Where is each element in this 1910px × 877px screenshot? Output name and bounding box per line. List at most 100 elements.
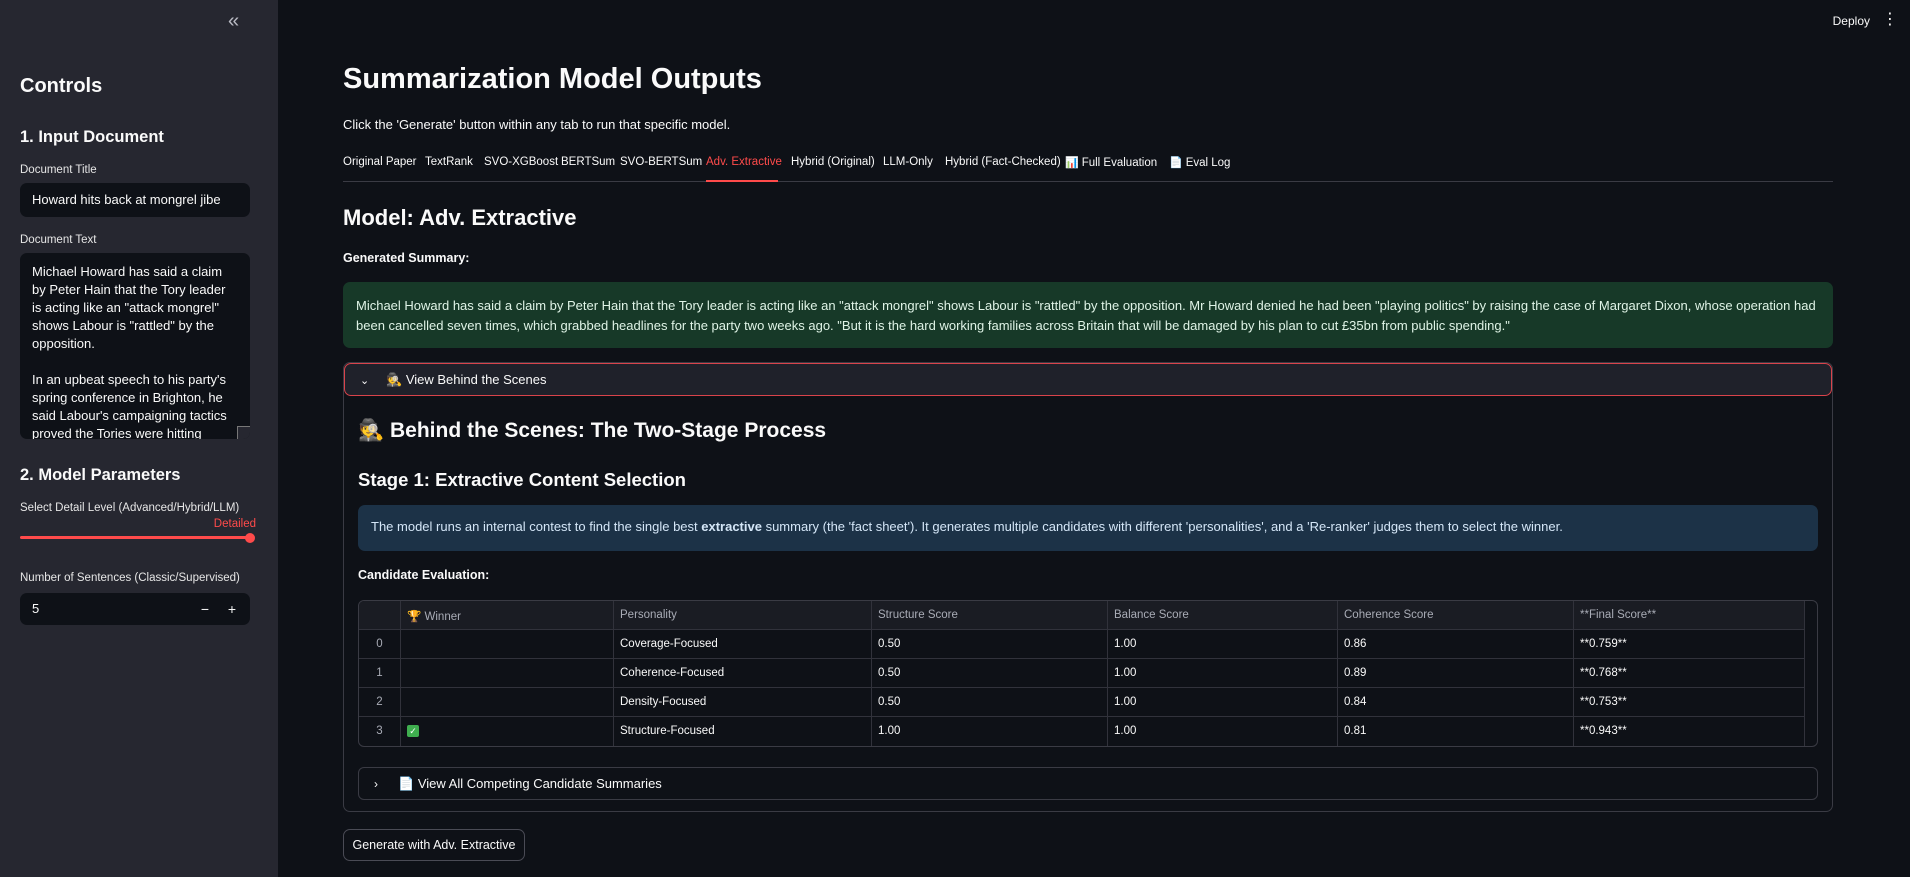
tab-hybrid-fact-checked[interactable]: Hybrid (Fact-Checked) (945, 156, 1061, 168)
tab-textrank[interactable]: TextRank (425, 156, 473, 168)
chevron-down-icon: ⌄ (360, 375, 370, 387)
header-balance-score[interactable]: Balance Score (1108, 601, 1338, 630)
row-index: 0 (359, 630, 401, 659)
personality-cell: Coherence-Focused (614, 659, 872, 688)
document-text-paragraph: Michael Howard has said a claim by Peter… (32, 264, 226, 351)
sentences-value: 5 (32, 601, 40, 616)
header-structure-score[interactable]: Structure Score (872, 601, 1108, 630)
tab-original-paper[interactable]: Original Paper (343, 156, 417, 168)
row-index: 3 (359, 717, 401, 746)
decrement-button[interactable]: − (196, 600, 214, 618)
coherence-cell: 0.86 (1338, 630, 1574, 659)
bar-chart-icon: 📊 (1065, 157, 1079, 169)
document-icon: 📄 (398, 776, 415, 791)
tab-svo-bertsum[interactable]: SVO-BERTSum (620, 156, 702, 168)
section-input-document: 1. Input Document (20, 128, 164, 146)
tab-label: Hybrid (Fact-Checked) (945, 156, 1061, 168)
candidate-evaluation-label: Candidate Evaluation: (358, 568, 490, 582)
deploy-button[interactable]: Deploy (1833, 14, 1870, 28)
info-text-pre: The model runs an internal contest to fi… (371, 519, 702, 534)
generate-button[interactable]: Generate with Adv. Extractive (343, 829, 525, 861)
winner-cell (401, 659, 614, 688)
coherence-cell: 0.84 (1338, 688, 1574, 717)
document-text-area[interactable]: Michael Howard has said a claim by Peter… (20, 253, 250, 439)
document-text-label: Document Text (20, 234, 97, 246)
table-row: 3 ✓ Structure-Focused 1.00 1.00 0.81 **0… (359, 717, 1805, 746)
winner-cell: ✓ (401, 717, 614, 746)
generated-summary-label: Generated Summary: (343, 251, 470, 265)
tab-eval-log[interactable]: 📄 Eval Log (1169, 156, 1230, 169)
info-box: The model runs an internal contest to fi… (358, 505, 1818, 551)
document-title-input[interactable]: Howard hits back at mongrel jibe (20, 183, 250, 217)
structure-cell: 0.50 (872, 630, 1108, 659)
header-index (359, 601, 401, 630)
info-text-bold: extractive (701, 519, 762, 534)
final-score-cell: **0.759** (1574, 630, 1805, 659)
detail-level-slider-thumb[interactable] (245, 533, 255, 543)
sidebar: « Controls 1. Input Document Document Ti… (0, 0, 278, 877)
tab-hybrid-original[interactable]: Hybrid (Original) (791, 156, 875, 168)
final-score-cell: **0.768** (1574, 659, 1805, 688)
sidebar-heading: Controls (20, 75, 103, 97)
tab-full-evaluation[interactable]: 📊 Full Evaluation (1065, 156, 1157, 169)
detective-icon: 🕵️ (358, 419, 385, 442)
coherence-cell: 0.81 (1338, 717, 1574, 746)
tab-adv-extractive[interactable]: Adv. Extractive (706, 156, 782, 168)
main-content: Deploy ⋮ Summarization Model Outputs Cli… (278, 0, 1910, 877)
competing-candidates-expander[interactable]: › 📄 View All Competing Candidate Summarie… (358, 767, 1818, 800)
personality-cell: Density-Focused (614, 688, 872, 717)
table-row: 2 Density-Focused 0.50 1.00 0.84 **0.753… (359, 688, 1805, 717)
stage-1-heading: Stage 1: Extractive Content Selection (358, 469, 686, 490)
tab-bertsum[interactable]: BERTSum (561, 156, 615, 168)
personality-cell: Structure-Focused (614, 717, 872, 746)
header-winner[interactable]: 🏆 Winner (401, 601, 614, 630)
increment-button[interactable]: + (223, 600, 241, 618)
row-index: 1 (359, 659, 401, 688)
balance-cell: 1.00 (1108, 688, 1338, 717)
final-score-cell: **0.943** (1574, 717, 1805, 746)
behind-the-scenes-expander: ⌄ 🕵️ View Behind the Scenes 🕵️ Behind the… (343, 362, 1833, 812)
winner-cell (401, 630, 614, 659)
winner-cell (401, 688, 614, 717)
page-subtitle: Click the 'Generate' button within any t… (343, 117, 731, 132)
heading-text: Behind the Scenes: The Two-Stage Process (390, 419, 827, 442)
detail-level-slider-track[interactable] (20, 536, 250, 539)
coherence-cell: 0.89 (1338, 659, 1574, 688)
checkbox-checked-icon: ✓ (407, 725, 419, 737)
behind-the-scenes-toggle[interactable]: ⌄ 🕵️ View Behind the Scenes (344, 363, 1832, 396)
main-menu-icon[interactable]: ⋮ (1882, 12, 1898, 28)
active-tab-indicator (706, 180, 778, 182)
personality-cell: Coverage-Focused (614, 630, 872, 659)
tab-svo-xgboost[interactable]: SVO-XGBoost (484, 156, 558, 168)
expander-label: View All Competing Candidate Summaries (417, 776, 662, 791)
final-score-cell: **0.753** (1574, 688, 1805, 717)
header-final-score[interactable]: **Final Score** (1574, 601, 1805, 630)
table-header-row: 🏆 Winner Personality Structure Score Bal… (359, 601, 1805, 630)
generated-summary-box: Michael Howard has said a claim by Peter… (343, 282, 1833, 348)
candidate-table[interactable]: 🏆 Winner Personality Structure Score Bal… (358, 600, 1818, 747)
document-icon: 📄 (1169, 157, 1183, 169)
header-coherence-score[interactable]: Coherence Score (1338, 601, 1574, 630)
row-index: 2 (359, 688, 401, 717)
detective-icon: 🕵️ (386, 372, 403, 387)
document-text-paragraph: In an upbeat speech to his party's sprin… (32, 372, 227, 439)
resize-handle[interactable] (237, 426, 250, 439)
sentences-label: Number of Sentences (Classic/Supervised) (20, 572, 240, 584)
balance-cell: 1.00 (1108, 659, 1338, 688)
page-title: Summarization Model Outputs (343, 63, 762, 95)
tab-llm-only[interactable]: LLM-Only (883, 156, 933, 168)
sentences-number-input[interactable]: 5 − + (20, 593, 250, 625)
section-heading-process: 🕵️ Behind the Scenes: The Two-Stage Proc… (358, 419, 826, 443)
balance-cell: 1.00 (1108, 717, 1338, 746)
model-heading: Model: Adv. Extractive (343, 205, 577, 230)
structure-cell: 1.00 (872, 717, 1108, 746)
chevron-right-icon: › (374, 777, 378, 791)
expander-label: View Behind the Scenes (405, 372, 547, 387)
header-personality[interactable]: Personality (614, 601, 872, 630)
tab-label: Eval Log (1185, 157, 1231, 169)
collapse-sidebar-icon[interactable]: « (228, 10, 248, 32)
section-model-parameters: 2. Model Parameters (20, 466, 181, 484)
structure-cell: 0.50 (872, 688, 1108, 717)
table-row: 0 Coverage-Focused 0.50 1.00 0.86 **0.75… (359, 630, 1805, 659)
document-title-label: Document Title (20, 164, 97, 176)
